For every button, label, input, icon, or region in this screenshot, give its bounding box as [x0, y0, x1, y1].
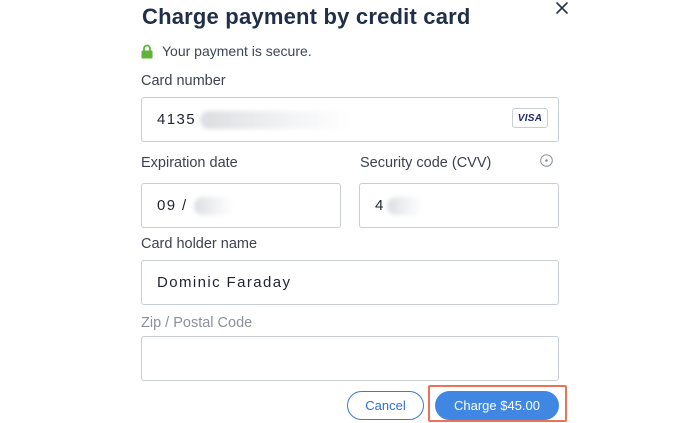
holder-name-label: Card holder name	[141, 236, 258, 252]
card-number-input[interactable]: 4135 VISA	[141, 97, 559, 142]
expiration-input[interactable]: 09 /	[141, 183, 341, 228]
zip-input[interactable]	[141, 336, 559, 381]
visa-icon: VISA	[512, 108, 548, 128]
dialog-title: Charge payment by credit card	[142, 4, 471, 29]
secure-text: Your payment is secure.	[162, 43, 312, 59]
cvv-input[interactable]: 4	[359, 183, 559, 228]
holder-name-value: Dominic Faraday	[157, 274, 292, 291]
expiration-label: Expiration date	[141, 155, 238, 171]
cvv-label: Security code (CVV)	[360, 155, 492, 171]
expiration-value: 09 /	[157, 197, 188, 214]
cancel-button[interactable]: Cancel	[347, 391, 424, 420]
info-icon[interactable]	[540, 154, 553, 167]
charge-button[interactable]: Charge $45.00	[435, 391, 559, 420]
holder-name-input[interactable]: Dominic Faraday	[141, 260, 559, 305]
close-icon[interactable]	[552, 0, 572, 16]
zip-label: Zip / Postal Code	[141, 315, 253, 331]
charge-payment-dialog: Charge payment by credit card Your payme…	[0, 0, 700, 423]
lock-icon	[141, 44, 153, 59]
masked-digits	[199, 110, 350, 129]
card-number-label: Card number	[141, 73, 226, 89]
secure-notice: Your payment is secure.	[141, 43, 312, 59]
masked-cvv	[386, 196, 423, 215]
masked-year	[193, 196, 234, 215]
card-number-value: 4135	[157, 111, 196, 128]
cvv-value: 4	[375, 197, 385, 214]
